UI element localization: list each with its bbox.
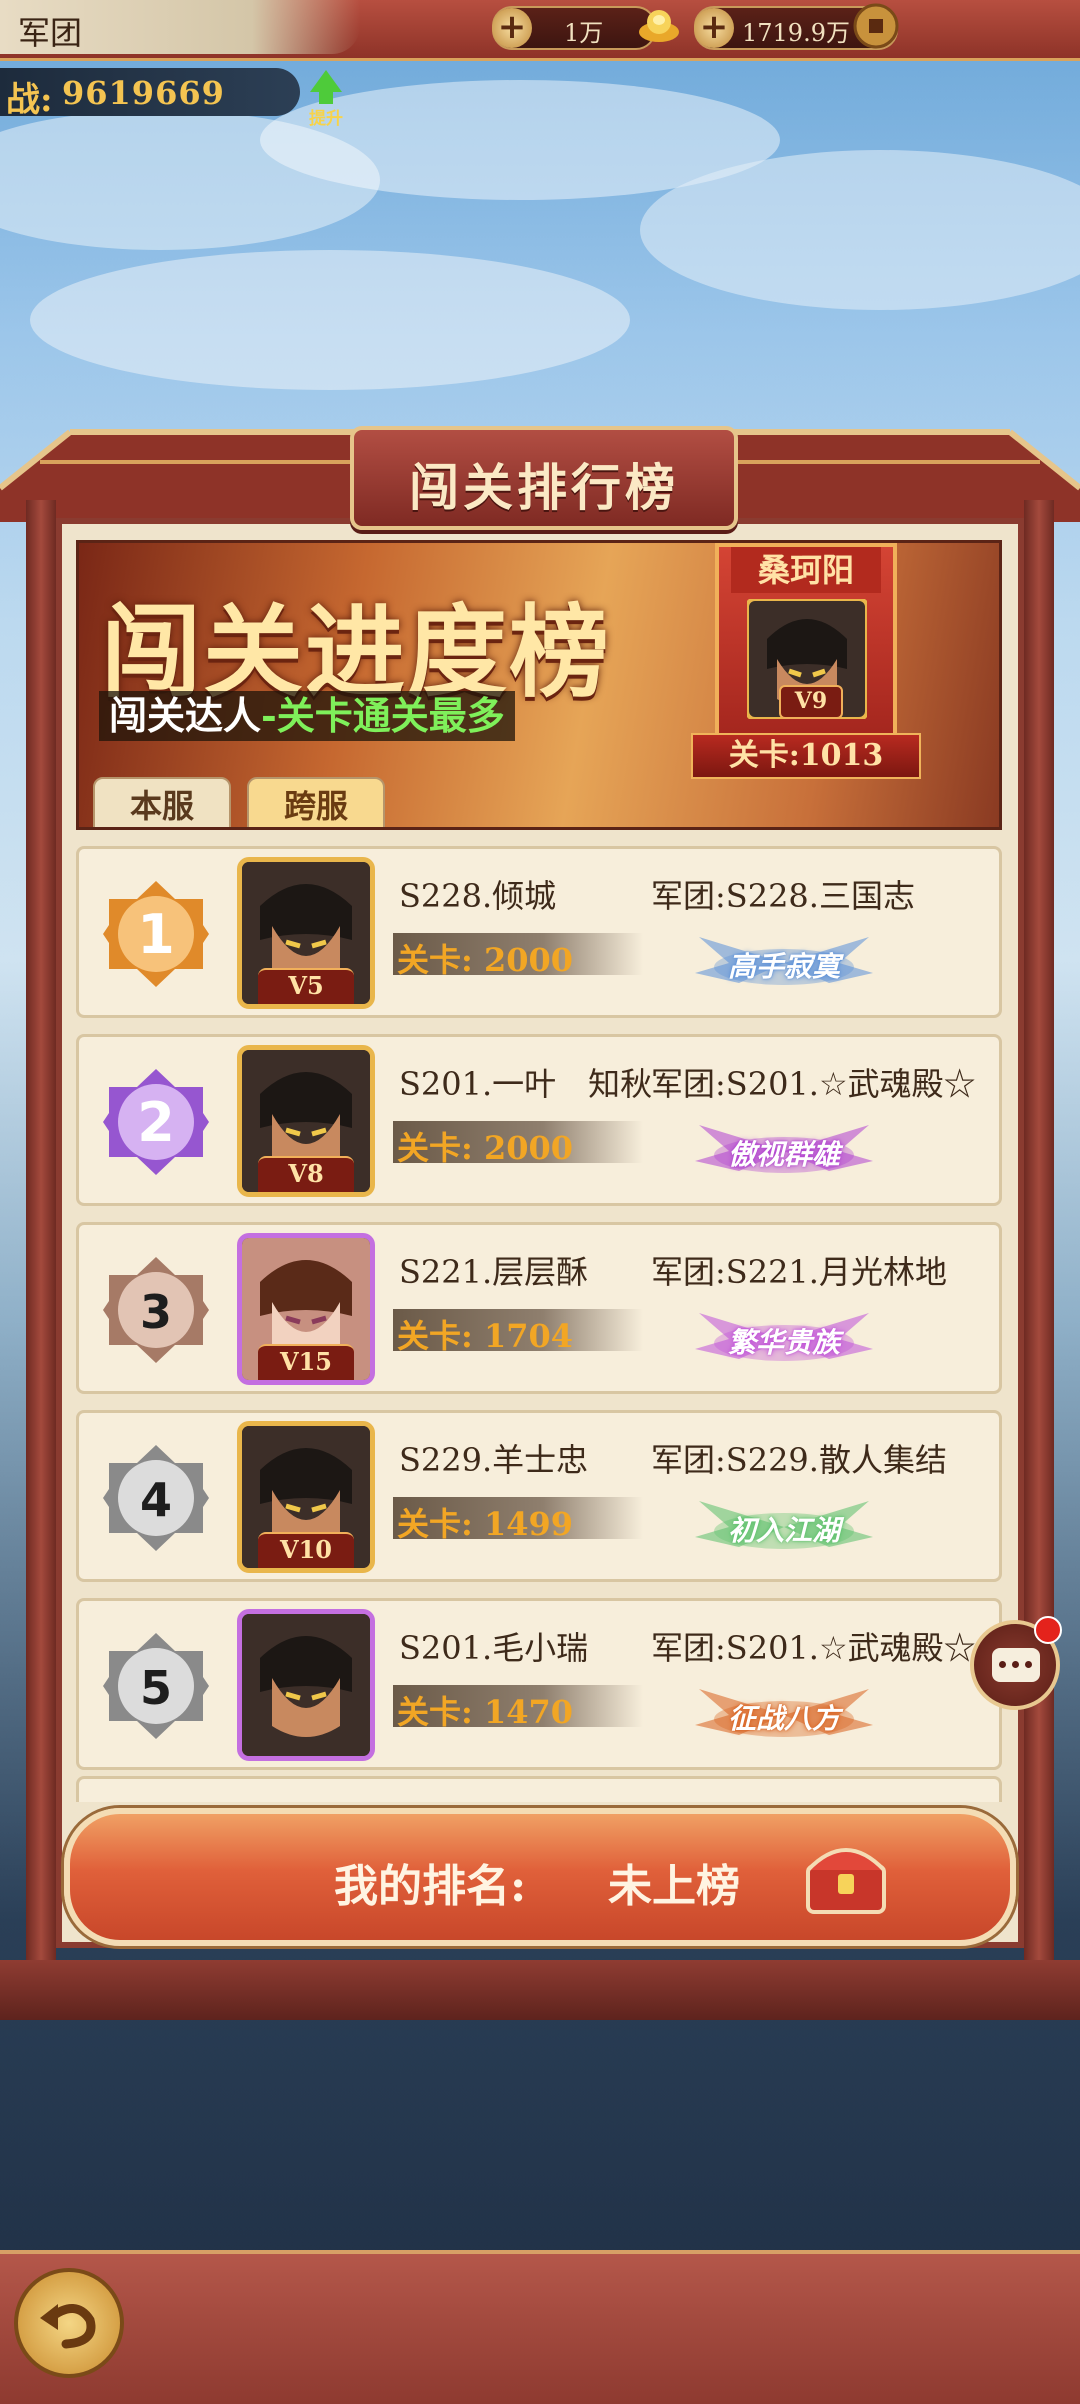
stage-value: 关卡: 2000 xyxy=(397,941,574,979)
banner-subtitle: 闯关达人-关卡通关最多 xyxy=(99,691,515,741)
player-name: S229.羊士忠 xyxy=(399,1441,589,1479)
stage-value: 关卡: 1704 xyxy=(397,1317,574,1355)
my-rank-label: 我的排名: xyxy=(334,1861,527,1912)
notification-dot xyxy=(1034,1616,1062,1644)
hero-portrait xyxy=(242,1614,370,1756)
rank-medal: 2 xyxy=(99,1065,213,1179)
my-rank-bar: 我的排名: 未上榜 xyxy=(64,1808,1016,1946)
player-legion: 军团:S201.☆武魂殿☆ xyxy=(651,1629,976,1667)
subtitle-prefix: 闯关达人 xyxy=(109,693,262,738)
left-pillar xyxy=(26,500,56,1970)
add-coin-icon[interactable]: + xyxy=(492,8,532,48)
badge-title: 高手寂寞 xyxy=(727,950,840,983)
player-legion: 军团:S201.☆武魂殿☆ xyxy=(651,1065,976,1103)
copper-coin-icon xyxy=(853,3,899,49)
title-badge: 征战八方 xyxy=(689,1679,879,1751)
player-avatar[interactable] xyxy=(237,1609,375,1761)
champion-stage: 关卡:1013 xyxy=(691,733,921,779)
tab-local-server[interactable]: 本服 xyxy=(93,777,231,827)
stage-value: 关卡: 1499 xyxy=(397,1505,574,1543)
player-avatar[interactable]: V8 xyxy=(237,1045,375,1197)
panel-title-plate: 闯关排行榜 xyxy=(350,426,738,530)
champion-card[interactable]: V9 桑珂阳 关卡:1013 xyxy=(691,543,921,793)
badge-title: 初入江湖 xyxy=(727,1514,840,1547)
combat-power: 战: 9619669 xyxy=(0,68,300,120)
player-avatar[interactable]: V10 xyxy=(237,1421,375,1573)
treasure-chest-icon[interactable] xyxy=(800,1830,892,1922)
back-arrow-icon xyxy=(40,2304,96,2349)
champion-vip: V9 xyxy=(779,685,843,719)
stage-bar: 关卡: 2000 xyxy=(393,1121,643,1167)
rank-number: 2 xyxy=(137,1091,175,1154)
legion-title: 军团 xyxy=(18,14,83,52)
coin-amount: 1万 xyxy=(564,19,604,47)
player-legion: 军团:S228.三国志 xyxy=(651,877,915,915)
player-name: S221.层层酥 xyxy=(399,1253,589,1291)
chat-button[interactable] xyxy=(970,1616,1062,1710)
right-pillar xyxy=(1024,500,1054,1970)
stage-bar: 关卡: 1704 xyxy=(393,1309,643,1355)
ranking-row[interactable]: 4 V10 S229.羊士忠 关卡: 1499 军团:S229.散人集结 初入江… xyxy=(76,1410,1002,1582)
vip-badge: V15 xyxy=(258,1344,354,1380)
panel-title: 闯关排行榜 xyxy=(409,458,679,517)
player-name: S228.倾城 xyxy=(399,877,557,915)
top-bar: 军团 + 1万 + 1719.9万 xyxy=(0,0,1080,61)
player-name: S201.一叶 知秋 xyxy=(399,1065,653,1103)
ranking-row-partial xyxy=(76,1776,1002,1802)
gold-ingot-icon xyxy=(639,10,679,42)
stage-value: 关卡: 2000 xyxy=(397,1129,574,1167)
progress-banner: 闯关进度榜 闯关达人-关卡通关最多 本服 跨服 V9 桑珂阳 关卡:1013 xyxy=(76,540,1002,830)
stage-floor xyxy=(0,1960,1080,2020)
stage-bar: 关卡: 1470 xyxy=(393,1685,643,1731)
stage-bar: 关卡: 1499 xyxy=(393,1497,643,1543)
tab-cross-server[interactable]: 跨服 xyxy=(247,777,385,827)
boost-button[interactable]: 提升 xyxy=(304,70,348,129)
badge-title: 繁华贵族 xyxy=(727,1326,840,1359)
ranking-row[interactable]: 1 V5 S228.倾城 关卡: 2000 军团:S228.三国志 高手寂寞 xyxy=(76,846,1002,1018)
add-copper-icon[interactable]: + xyxy=(694,8,734,48)
badge-title: 傲视群雄 xyxy=(727,1138,840,1171)
rank-number: 3 xyxy=(139,1285,172,1339)
badge-title: 征战八方 xyxy=(727,1702,840,1735)
stage-bar: 关卡: 2000 xyxy=(393,933,643,979)
my-rank-value: 未上榜 xyxy=(608,1861,740,1912)
player-name: S201.毛小瑞 xyxy=(399,1629,589,1667)
player-legion: 军团:S221.月光林地 xyxy=(651,1253,947,1291)
power-label: 战: xyxy=(6,80,53,120)
vip-badge: V5 xyxy=(258,968,354,1004)
ranking-row[interactable]: 2 V8 S201.一叶 知秋 关卡: 2000 军团:S201.☆武魂殿☆ 傲… xyxy=(76,1034,1002,1206)
champion-name: 桑珂阳 xyxy=(731,547,881,593)
title-badge: 初入江湖 xyxy=(689,1491,879,1563)
boost-label: 提升 xyxy=(309,109,343,129)
player-legion: 军团:S229.散人集结 xyxy=(651,1441,947,1479)
title-badge: 高手寂寞 xyxy=(689,927,879,999)
subtitle-highlight: -关卡通关最多 xyxy=(261,693,505,738)
back-button[interactable] xyxy=(14,2268,124,2378)
rank-medal: 3 xyxy=(99,1253,213,1367)
player-avatar[interactable]: V5 xyxy=(237,857,375,1009)
bottom-bar xyxy=(0,2250,1080,2404)
title-badge: 繁华贵族 xyxy=(689,1303,879,1375)
power-value: 9619669 xyxy=(62,74,225,112)
legion-header[interactable]: 军团 xyxy=(0,0,360,54)
rank-number: 5 xyxy=(139,1661,172,1715)
chat-icon xyxy=(992,1648,1040,1682)
rank-medal: 4 xyxy=(99,1441,213,1555)
resource-coin: + 1万 xyxy=(492,6,656,50)
player-avatar[interactable]: V15 xyxy=(237,1233,375,1385)
rank-number: 4 xyxy=(139,1473,172,1527)
title-badge: 傲视群雄 xyxy=(689,1115,879,1187)
stage-value: 关卡: 1470 xyxy=(397,1693,574,1731)
ranking-row[interactable]: 3 V15 S221.层层酥 关卡: 1704 军团:S221.月光林地 繁华贵… xyxy=(76,1222,1002,1394)
rank-medal: 5 xyxy=(99,1629,213,1743)
ranking-row[interactable]: 5 S201.毛小瑞 关卡: 1470 军团:S201.☆武魂殿☆ 征战八方 xyxy=(76,1598,1002,1770)
vip-badge: V8 xyxy=(258,1156,354,1192)
rank-number: 1 xyxy=(137,903,175,966)
up-arrow-icon xyxy=(310,70,342,92)
vip-badge: V10 xyxy=(258,1532,354,1568)
rank-medal: 1 xyxy=(99,877,213,991)
copper-amount: 1719.9万 xyxy=(742,19,850,47)
